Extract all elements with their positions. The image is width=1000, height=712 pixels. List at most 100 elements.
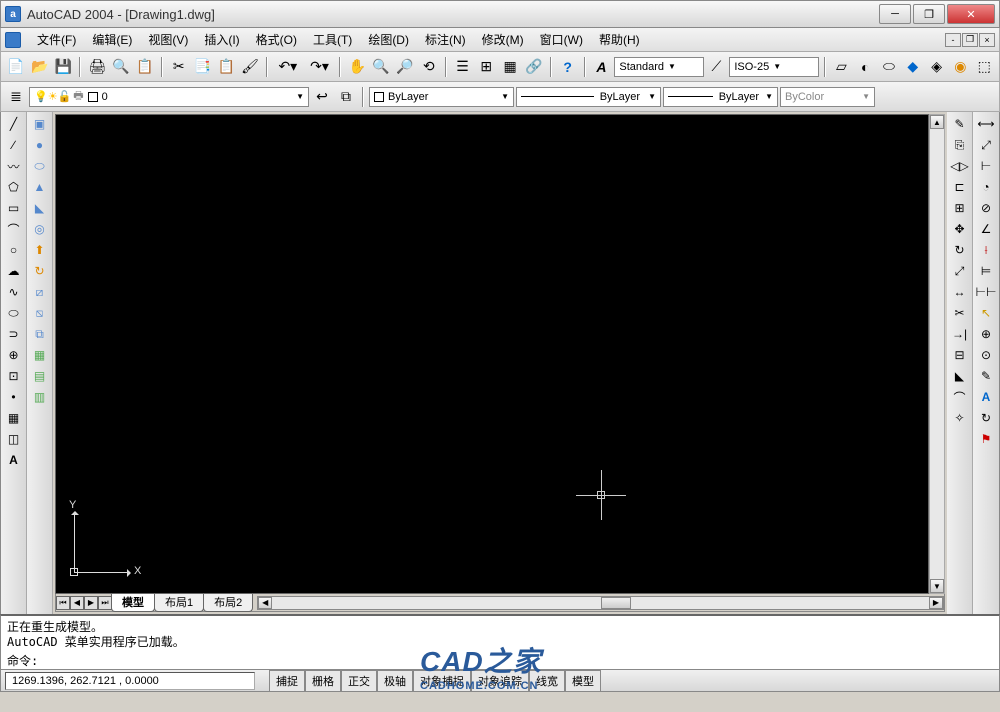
open-button[interactable]: 📂 [29,56,51,78]
scroll-left-button[interactable]: ◀ [258,597,272,609]
hatch-tool[interactable]: ▦ [4,408,24,428]
drawing-canvas[interactable]: Y X [55,114,929,594]
dim-radius-tool[interactable]: ◔ [976,177,996,197]
snap-toggle[interactable]: 捕捉 [269,670,305,692]
make-block-tool[interactable]: ⊡ [4,366,24,386]
dim-baseline-tool[interactable]: ⊨ [976,261,996,281]
coordinates-display[interactable]: 1269.1396, 262.7121 , 0.0000 [5,672,255,690]
cone-tool[interactable]: ▲ [30,177,50,197]
osnap-toggle[interactable]: 对象捕捉 [413,670,471,692]
mtext-tool[interactable]: A [4,450,24,470]
ortho-toggle[interactable]: 正交 [341,670,377,692]
scroll-up-button[interactable]: ▲ [930,115,944,129]
dim-tedit-tool[interactable]: A [976,387,996,407]
dim-center-tool[interactable]: ⊙ [976,345,996,365]
redo-button[interactable]: ↷▾ [305,56,335,78]
dim-quick-tool[interactable]: ⟊ [976,240,996,260]
scroll-right-button[interactable]: ▶ [929,597,943,609]
print-preview-button[interactable]: 🔍 [110,56,132,78]
layer-dropdown[interactable]: 💡 ☀ 🔓 🖶 0 ▼ [29,87,309,107]
menu-file[interactable]: 文件(F) [29,29,84,50]
vertical-scrollbar[interactable]: ▲ ▼ [929,114,945,594]
polar-toggle[interactable]: 极轴 [377,670,413,692]
layer-states-button[interactable]: ⧉ [335,86,357,108]
layout2-tab[interactable]: 布局2 [203,593,253,612]
pan-realtime-button[interactable]: ✋ [346,56,368,78]
menu-insert[interactable]: 插入(I) [196,29,247,50]
dimstyle-dropdown[interactable]: ISO-25 ▼ [729,57,818,77]
wedge-tool[interactable]: ◣ [30,198,50,218]
spline-tool[interactable]: ∿ [4,282,24,302]
rotate-tool[interactable]: ↻ [950,240,970,260]
help-button[interactable]: ? [557,56,579,78]
erase-tool[interactable]: ✎ [950,114,970,134]
offset-tool[interactable]: ⊏ [950,177,970,197]
model-toggle[interactable]: 模型 [565,670,601,692]
menu-window[interactable]: 窗口(W) [532,29,591,50]
tab-next-button[interactable]: ▶ [84,596,98,610]
dim-linear-tool[interactable]: ⟷ [976,114,996,134]
sphere-tool[interactable]: ● [30,135,50,155]
array-tool[interactable]: ⊞ [950,198,970,218]
dim-diameter-tool[interactable]: ⊘ [976,198,996,218]
toolpalette-button[interactable]: ▦ [499,56,521,78]
move-tool[interactable]: ✥ [950,219,970,239]
insert-block-tool[interactable]: ⊕ [4,345,24,365]
dim-update-tool[interactable]: ↻ [976,408,996,428]
tab-prev-button[interactable]: ◀ [70,596,84,610]
fillet-tool[interactable]: ⌒ [950,387,970,407]
designcenter-button[interactable]: ⊞ [475,56,497,78]
interfere-tool[interactable]: ⧉ [30,324,50,344]
torus-tool[interactable]: ◎ [30,219,50,239]
publish-button[interactable]: 📋 [134,56,156,78]
solid-cylinder-icon[interactable]: ⬭ [878,56,900,78]
dim-ordinate-tool[interactable]: ⊢ [976,156,996,176]
copy-button[interactable]: 📑 [192,56,214,78]
paste-button[interactable]: 📋 [215,56,237,78]
revolve-tool[interactable]: ↻ [30,261,50,281]
mirror-tool[interactable]: ◁▷ [950,156,970,176]
setup-view-tool[interactable]: ▤ [30,366,50,386]
layout1-tab[interactable]: 布局1 [154,593,204,612]
solid-extrude-icon[interactable]: ⬚ [973,56,995,78]
solid-torus-icon[interactable]: ◉ [950,56,972,78]
point-tool[interactable]: • [4,387,24,407]
line-tool[interactable]: ╱ [4,114,24,134]
circle-tool[interactable]: ○ [4,240,24,260]
box-tool[interactable]: ▣ [30,114,50,134]
menu-view[interactable]: 视图(V) [140,29,196,50]
pline-tool[interactable]: 〰 [4,156,24,176]
grid-toggle[interactable]: 栅格 [305,670,341,692]
maximize-button[interactable]: ❐ [913,4,945,24]
zoom-realtime-button[interactable]: 🔍 [370,56,392,78]
print-button[interactable]: 🖨 [86,56,108,78]
horizontal-scrollbar[interactable]: ◀ ▶ [257,596,944,610]
layer-manager-button[interactable]: ≣ [5,86,27,108]
menu-dimension[interactable]: 标注(N) [417,29,474,50]
solid-sphere-icon[interactable]: ◐ [854,56,876,78]
color-dropdown[interactable]: ByLayer ▼ [369,87,514,107]
tab-last-button[interactable]: ⏭ [98,596,112,610]
close-button[interactable]: ✕ [947,4,995,24]
region-tool[interactable]: ◫ [4,429,24,449]
lwt-toggle[interactable]: 线宽 [529,670,565,692]
cut-button[interactable]: ✂ [168,56,190,78]
copy-tool[interactable]: ⎘ [950,135,970,155]
zoom-previous-button[interactable]: ⟲ [418,56,440,78]
section-tool[interactable]: ⧅ [30,303,50,323]
menu-help[interactable]: 帮助(H) [591,29,648,50]
scale-tool[interactable]: ⤢ [950,261,970,281]
ellipse-tool[interactable]: ⬭ [4,303,24,323]
linetype-dropdown[interactable]: ByLayer ▼ [516,87,661,107]
menu-draw[interactable]: 绘图(D) [360,29,417,50]
dbconnect-button[interactable]: 🔗 [523,56,545,78]
revcloud-tool[interactable]: ☁ [4,261,24,281]
minimize-button[interactable]: ─ [879,4,911,24]
model-tab[interactable]: 模型 [111,593,155,612]
dim-leader-tool[interactable]: ↖ [976,303,996,323]
break-tool[interactable]: ⊟ [950,345,970,365]
xline-tool[interactable]: ∕ [4,135,24,155]
scroll-down-button[interactable]: ▼ [930,579,944,593]
explode-tool[interactable]: ✧ [950,408,970,428]
arc-tool[interactable]: ⌒ [4,219,24,239]
